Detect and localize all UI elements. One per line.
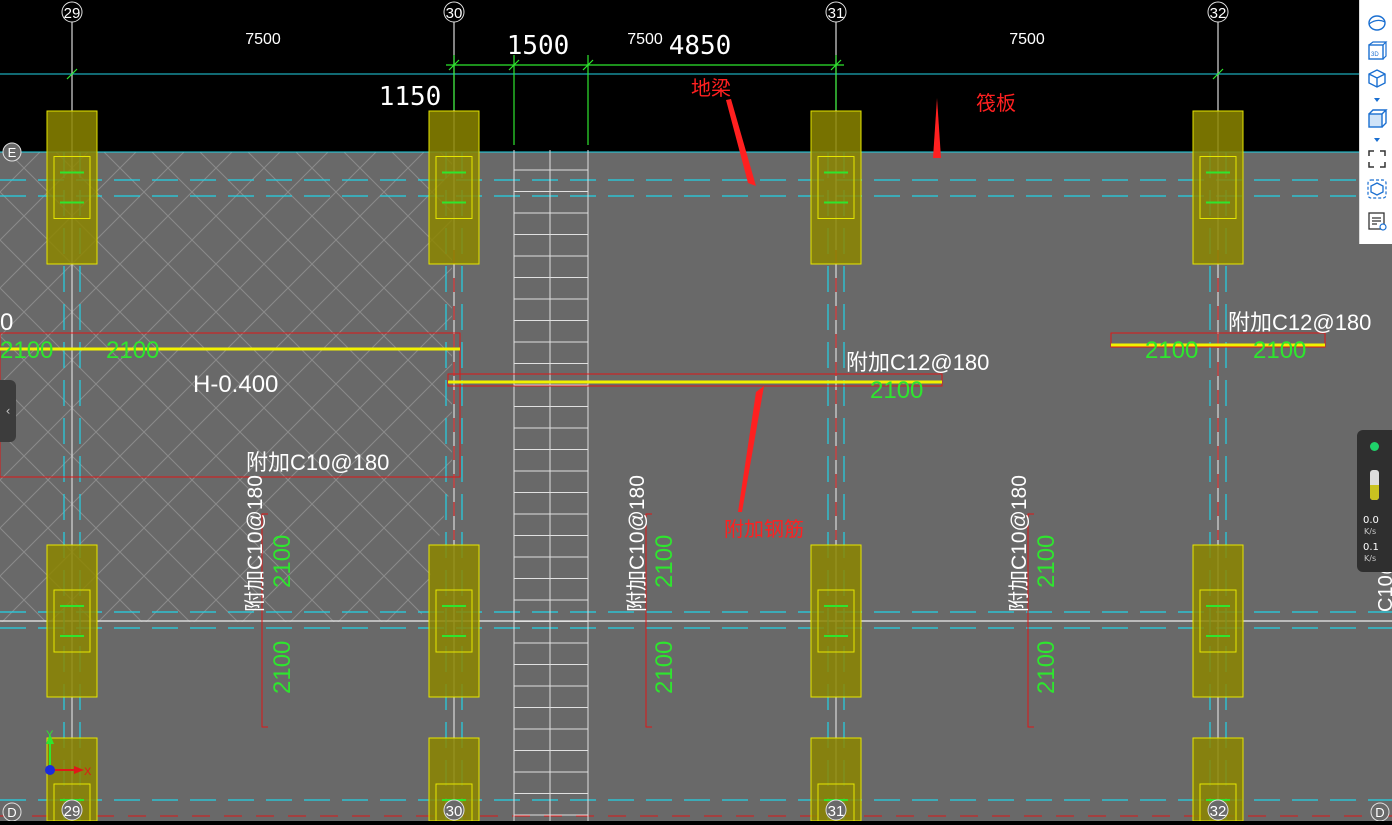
sphere-icon [1367, 15, 1386, 31]
rebar-center-label: 附加C12@180 [846, 350, 989, 375]
grid-label-bottom-30: 30 [446, 803, 463, 820]
grid-label-31: 31 [828, 5, 845, 22]
dimension-lines [66, 55, 1224, 145]
grid-label-bottom-29: 29 [64, 803, 81, 820]
cube-view-button[interactable] [1364, 66, 1389, 92]
annotation-ground-beam: 地梁 [691, 77, 731, 100]
column-30-0[interactable] [428, 110, 480, 265]
column-29-0[interactable] [46, 110, 98, 265]
cad-viewport[interactable]: 29 30 31 32 7500 7500 7500 1500 4850 115… [0, 0, 1392, 825]
left-panel-toggle[interactable]: ‹ [0, 380, 16, 442]
dim-1500: 1500 [507, 31, 570, 61]
rebar-center-2100: 2100 [870, 377, 923, 404]
column-30-1[interactable] [428, 544, 480, 698]
svg-text:3D: 3D [1371, 52, 1379, 58]
chevron-left-icon: ‹ [5, 404, 11, 418]
speed-panel: 0.0 K/s 0.1 K/s [1357, 430, 1392, 572]
column-32-1[interactable] [1192, 544, 1244, 698]
chevron-down-icon[interactable] [1373, 97, 1381, 103]
rebar-right-2100-a: 2100 [1145, 337, 1198, 364]
grid-label-bottom-31: 31 [828, 803, 845, 820]
fit-view-icon [1367, 150, 1386, 168]
axis-x-label: X [84, 766, 92, 778]
row-label-D-right: D [1375, 805, 1384, 820]
view-3d-button[interactable]: 3D [1364, 38, 1389, 64]
grid-label-32: 32 [1210, 5, 1227, 22]
grid-label-30: 30 [446, 5, 463, 22]
view-3d-icon: 3D [1367, 41, 1387, 60]
isolate-button[interactable] [1364, 176, 1389, 202]
sphere-view-button[interactable] [1364, 10, 1389, 36]
rebar-v3-2100-top: 2100 [1033, 535, 1060, 588]
dim-span-29-30: 7500 [245, 31, 281, 48]
right-toolbar: 3D [1359, 0, 1392, 244]
rebar-v1-label: 附加C10@180 [244, 475, 267, 612]
grid-label-bottom-32: 32 [1210, 803, 1227, 820]
speed-value-1: 0.0 [1363, 515, 1379, 526]
rebar-v2-2100-top: 2100 [651, 535, 678, 588]
grid-label-29: 29 [64, 5, 81, 22]
rebar-right-2100-b: 2100 [1253, 337, 1306, 364]
arrow-raft-slab [933, 98, 941, 158]
rebar-v3-label: 附加C10@180 [1008, 475, 1031, 612]
axis-y-label: Y [46, 729, 54, 741]
column-32-0[interactable] [1192, 110, 1244, 265]
column-31-0[interactable] [810, 110, 862, 265]
elevation-label: H-0.400 [193, 371, 278, 398]
annotation-extra-rebar: 附加钢筋 [724, 518, 804, 541]
row-label-E: E [8, 145, 17, 160]
rebar-left-edge-label: 0 [0, 309, 13, 336]
layer-panel-icon [1367, 212, 1387, 231]
status-dot [1370, 442, 1379, 451]
speed-value-2: 0.1 [1363, 542, 1379, 553]
chevron-down-icon[interactable] [1373, 137, 1381, 143]
rebar-right-label: 附加C12@180 [1228, 310, 1371, 335]
speed-unit-1: K/s [1364, 527, 1377, 536]
dim-1150: 1150 [379, 82, 442, 112]
box-icon [1367, 109, 1388, 128]
rebar-left-mid-label: 附加C10@180 [246, 450, 389, 475]
box-view-button[interactable] [1364, 106, 1389, 132]
column-29-1[interactable] [46, 544, 98, 698]
rebar-left-2100-b: 2100 [106, 337, 159, 364]
rebar-v2-label: 附加C10@180 [626, 475, 649, 612]
column-31-1[interactable] [810, 544, 862, 698]
rebar-v2-2100-bot: 2100 [651, 641, 678, 694]
cube-view-icon [1367, 69, 1386, 88]
isolate-icon [1366, 179, 1387, 199]
dim-span-31-32: 7500 [1009, 31, 1045, 48]
rebar-v1-2100-top: 2100 [269, 535, 296, 588]
rebar-v1-2100-bot: 2100 [269, 641, 296, 694]
layer-panel-button[interactable] [1364, 208, 1389, 234]
speed-unit-2: K/s [1364, 554, 1377, 563]
rebar-v3-2100-bot: 2100 [1033, 641, 1060, 694]
fit-view-button[interactable] [1364, 146, 1389, 172]
row-label-D: D [7, 805, 16, 820]
drawing-canvas[interactable]: 29 30 31 32 7500 7500 7500 1500 4850 115… [0, 0, 1392, 825]
rebar-left-2100-a: 2100 [0, 337, 53, 364]
dim-4850: 4850 [669, 31, 732, 61]
grid-bubbles-top[interactable] [61, 1, 1229, 23]
annotation-raft-slab: 筏板 [976, 92, 1016, 115]
dim-span-30-31: 7500 [627, 31, 663, 48]
speed-gauge [1370, 470, 1379, 500]
